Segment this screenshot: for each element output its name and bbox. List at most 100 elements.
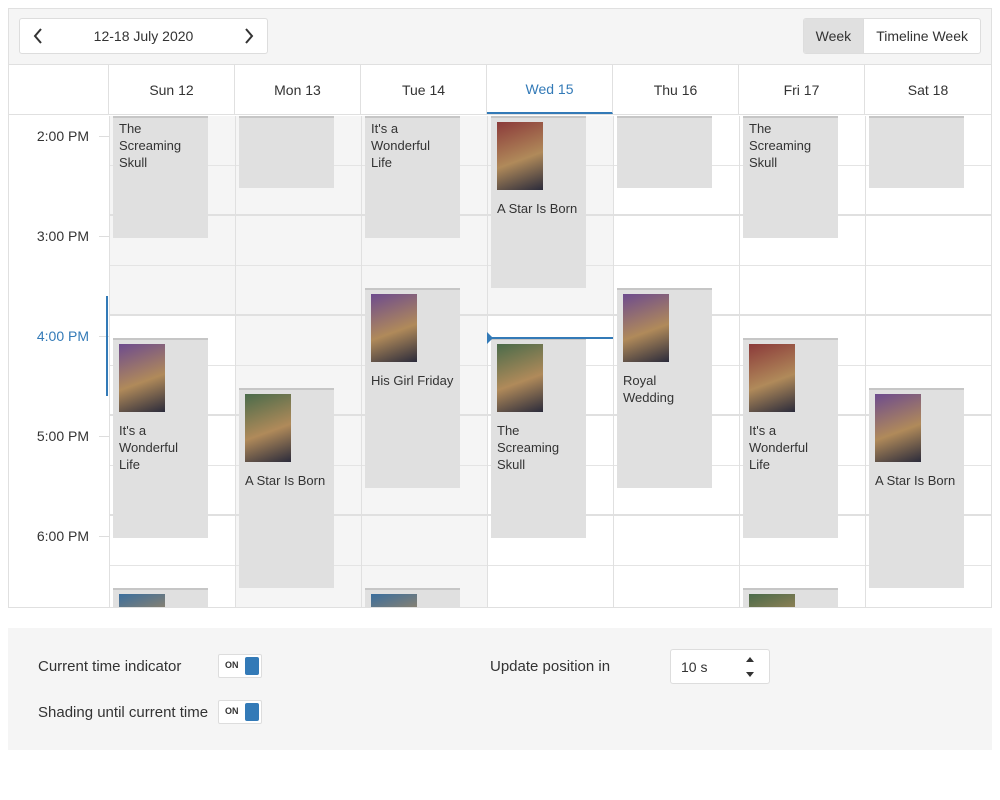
time-cell[interactable]	[866, 266, 991, 316]
scheduler-toolbar: 12-18 July 2020 Week Timeline Week	[9, 9, 991, 65]
movie-poster-image	[119, 594, 165, 607]
appointment-title: A Star Is Born	[497, 201, 578, 216]
time-label: 3:00 PM	[36, 228, 89, 244]
day-header-sun: Sun 12	[109, 65, 235, 115]
current-time-indicator-label: Current time indicator	[38, 658, 182, 675]
time-cell[interactable]	[362, 516, 487, 566]
time-cell[interactable]	[236, 266, 361, 316]
switch-state-text: ON	[225, 660, 239, 670]
current-time-indicator-line	[487, 337, 613, 339]
appointment-title: It's a Wonderful Life	[119, 423, 179, 472]
appointment-title: It's a Wonderful Life	[371, 121, 431, 170]
previous-button[interactable]	[20, 19, 56, 53]
appointment[interactable]: A Star Is Born	[869, 388, 964, 588]
appointment[interactable]: Royal Wedding	[617, 288, 712, 488]
movie-poster-image	[749, 594, 795, 607]
appointment[interactable]	[743, 588, 838, 607]
time-cell[interactable]	[488, 566, 613, 607]
header-corner	[9, 65, 109, 115]
switch-state-text: ON	[225, 706, 239, 716]
appointment-title: A Star Is Born	[875, 473, 956, 488]
caret-up-icon	[746, 656, 754, 662]
next-button[interactable]	[231, 19, 267, 53]
movie-poster-image	[245, 394, 291, 462]
day-header-tue: Tue 14	[361, 65, 487, 115]
time-tick	[99, 436, 109, 437]
appointment-title: The Screaming Skull	[119, 121, 182, 170]
update-position-number-box[interactable]: 10 s	[670, 649, 770, 684]
time-tick	[99, 536, 109, 537]
appointment[interactable]	[365, 588, 460, 607]
time-cell[interactable]	[236, 216, 361, 266]
current-time-indicator-arrow	[487, 332, 493, 344]
movie-poster-image	[371, 594, 417, 607]
appointment[interactable]: The Screaming Skull	[743, 116, 838, 238]
time-cell[interactable]	[110, 266, 235, 316]
current-time-indicator-switch[interactable]: ON	[218, 654, 262, 678]
movie-poster-image	[119, 344, 165, 412]
time-label: 5:00 PM	[36, 428, 89, 444]
view-timeline-week-button[interactable]: Timeline Week	[863, 19, 980, 53]
chevron-left-icon	[33, 28, 42, 44]
update-position-label: Update position in	[490, 658, 611, 675]
scheduler: 12-18 July 2020 Week Timeline Week Sun 1…	[8, 8, 992, 608]
time-cell[interactable]	[866, 216, 991, 266]
movie-poster-image	[371, 294, 417, 362]
options-panel: Current time indicator ON Shading until …	[8, 628, 992, 750]
movie-poster-image	[875, 394, 921, 462]
movie-poster-image	[497, 122, 543, 190]
appointment-title: The Screaming Skull	[749, 121, 812, 170]
chevron-right-icon	[245, 28, 254, 44]
day-header-wed: Wed 15	[487, 65, 613, 114]
appointment[interactable]: It's a Wonderful Life	[113, 338, 208, 538]
time-cell[interactable]	[740, 266, 865, 316]
spin-up-button[interactable]	[743, 654, 757, 664]
date-navigator: 12-18 July 2020	[19, 18, 268, 54]
time-label: 2:00 PM	[36, 128, 89, 144]
appointment-title: A Star Is Born	[245, 473, 326, 488]
time-tick	[99, 236, 109, 237]
view-switcher: Week Timeline Week	[802, 18, 981, 54]
appointment[interactable]	[617, 116, 712, 188]
time-label: 6:00 PM	[36, 528, 89, 544]
time-cell[interactable]	[614, 516, 739, 566]
scheduler-body: 2:00 PM 3:00 PM 4:00 PM 5:00 PM 6:00 PM …	[9, 116, 991, 607]
day-header-row: Sun 12 Mon 13 Tue 14 Wed 15 Thu 16 Fri 1…	[9, 65, 991, 115]
appointment-title: His Girl Friday	[371, 373, 454, 388]
switch-knob	[245, 703, 259, 721]
shading-until-current-time-label: Shading until current time	[38, 704, 209, 721]
day-header-thu: Thu 16	[613, 65, 739, 115]
date-range-caption[interactable]: 12-18 July 2020	[56, 28, 231, 44]
day-header-sat: Sat 18	[907, 82, 949, 98]
appointment[interactable]	[113, 588, 208, 607]
movie-poster-image	[749, 344, 795, 412]
current-time-marker	[106, 296, 108, 396]
appointment[interactable]: A Star Is Born	[239, 388, 334, 588]
appointment[interactable]: A Star Is Born	[491, 116, 586, 288]
movie-poster-image	[497, 344, 543, 412]
time-label-current: 4:00 PM	[36, 328, 89, 344]
shading-until-current-time-switch[interactable]: ON	[218, 700, 262, 724]
day-header-fri: Fri 17	[739, 65, 865, 115]
time-cell[interactable]	[614, 216, 739, 266]
time-cell[interactable]	[866, 316, 991, 366]
appointment-title: It's a Wonderful Life	[749, 423, 809, 472]
time-grid: The Screaming Skull It's a Wonderful Life…	[109, 116, 991, 607]
update-position-value[interactable]: 10 s	[681, 659, 707, 675]
appointment[interactable]: His Girl Friday	[365, 288, 460, 488]
time-cell[interactable]	[236, 316, 361, 366]
view-week-button[interactable]: Week	[803, 19, 864, 53]
appointment[interactable]: The Screaming Skull	[113, 116, 208, 238]
appointment[interactable]	[239, 116, 334, 188]
movie-poster-image	[623, 294, 669, 362]
appointment[interactable]: It's a Wonderful Life	[743, 338, 838, 538]
day-header-mon: Mon 13	[235, 65, 361, 115]
time-tick	[99, 136, 109, 137]
time-cell[interactable]	[614, 566, 739, 607]
spin-down-button[interactable]	[743, 669, 757, 679]
switch-knob	[245, 657, 259, 675]
appointment[interactable]: It's a Wonderful Life	[365, 116, 460, 238]
appointment[interactable]	[869, 116, 964, 188]
caret-down-icon	[746, 671, 754, 677]
appointment[interactable]: The Screaming Skull	[491, 338, 586, 538]
